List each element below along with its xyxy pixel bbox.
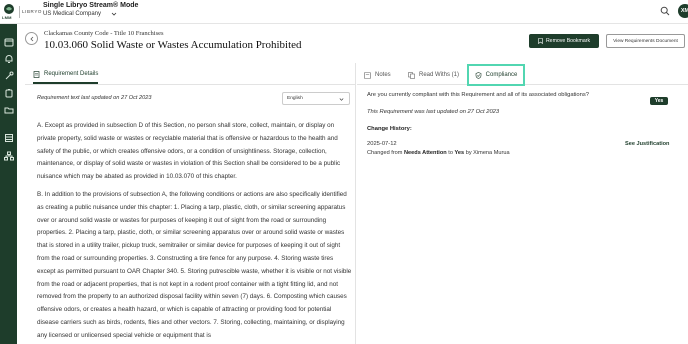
logo-text: LMM — [2, 15, 12, 20]
document-icon — [33, 70, 40, 78]
requirement-paragraph-a: A. Except as provided in subsection D of… — [37, 122, 341, 181]
breadcrumb[interactable]: Clackamas County Code - Title 10 Franchi… — [44, 30, 164, 37]
tab-notes-label: Notes — [375, 72, 391, 78]
bell-icon[interactable] — [3, 53, 14, 64]
avatar[interactable]: XM — [678, 4, 688, 18]
change-from-status: Needs Attention — [404, 150, 447, 156]
change-prefix: Changed from — [367, 150, 403, 156]
top-header: LMM LIBRYO Single Libryo Stream® Mode US… — [0, 0, 688, 24]
requirement-paragraph-b: B. In addition to the provisions of subs… — [37, 190, 352, 339]
requirement-text: A. Except as provided in subsection D of… — [37, 120, 352, 344]
brand-name: LIBRYO — [22, 9, 43, 14]
requirement-text-updated: Requirement text last updated on 27 Oct … — [37, 95, 152, 101]
bookmark-icon — [538, 38, 543, 44]
remove-bookmark-button[interactable]: Remove Bookmark — [529, 34, 599, 48]
mode-title: Single Libryo Stream® Mode — [43, 2, 139, 9]
change-to-word: to — [448, 150, 453, 156]
see-justification-link[interactable]: See Justification — [625, 141, 669, 147]
back-button[interactable] — [25, 32, 38, 45]
tab-requirement-details[interactable]: Requirement Details — [33, 68, 99, 84]
compliance-tabbar: Notes Read Withs (1) Compliance — [357, 63, 688, 86]
tab-read-withs[interactable]: Read Withs (1) — [408, 68, 459, 82]
tab-compliance-label: Compliance — [485, 72, 518, 78]
view-requirements-document-button[interactable]: View Requirements Document — [606, 34, 685, 48]
tab-notes[interactable]: Notes — [364, 68, 391, 82]
folder-icon[interactable] — [3, 104, 14, 115]
brand-divider — [19, 6, 20, 18]
remove-bookmark-label: Remove Bookmark — [545, 38, 591, 44]
compliance-status-badge[interactable]: Yes — [650, 97, 668, 105]
change-history-heading: Change History: — [367, 126, 412, 132]
chevron-down-icon[interactable] — [111, 11, 117, 17]
org-chart-icon[interactable] — [3, 150, 14, 161]
tools-icon[interactable] — [3, 70, 14, 81]
search-icon[interactable] — [660, 6, 670, 16]
page-title: 10.03.060 Solid Waste or Wastes Accumula… — [44, 39, 302, 51]
calendar-icon[interactable] — [3, 36, 14, 47]
back-arrow-icon — [29, 36, 33, 41]
language-select[interactable]: English — [282, 92, 350, 105]
copy-icon — [408, 71, 415, 79]
organisation-selector[interactable]: US Medical Company — [43, 11, 101, 17]
compliance-panel: Notes Read Withs (1) Compliance Are you … — [357, 63, 688, 344]
tab-requirement-details-label: Requirement Details — [44, 71, 99, 77]
table-icon[interactable] — [3, 132, 14, 143]
tab-read-withs-label: Read Withs (1) — [419, 72, 460, 78]
requirement-details-panel: Requirement Details Requirement text las… — [25, 63, 356, 344]
clipboard-icon[interactable] — [3, 87, 14, 98]
language-value: English — [287, 96, 303, 101]
left-nav-rail — [0, 0, 17, 344]
change-history-date: 2025-07-12 — [367, 141, 397, 147]
chevron-down-icon — [339, 98, 344, 101]
details-tabbar: Requirement Details — [25, 63, 355, 85]
compliance-question: Are you currently compliant with this Re… — [367, 92, 590, 98]
tab-compliance[interactable]: Compliance — [467, 64, 525, 86]
shield-check-icon — [475, 71, 481, 79]
change-by: by Ximena Murua — [465, 150, 510, 156]
notes-icon — [364, 71, 371, 79]
change-to-status: Yes — [454, 150, 465, 156]
change-history-entry: Changed from Needs Attention to Yes by X… — [367, 150, 510, 156]
compliance-updated: This Requirement was last updated on 27 … — [367, 109, 500, 115]
